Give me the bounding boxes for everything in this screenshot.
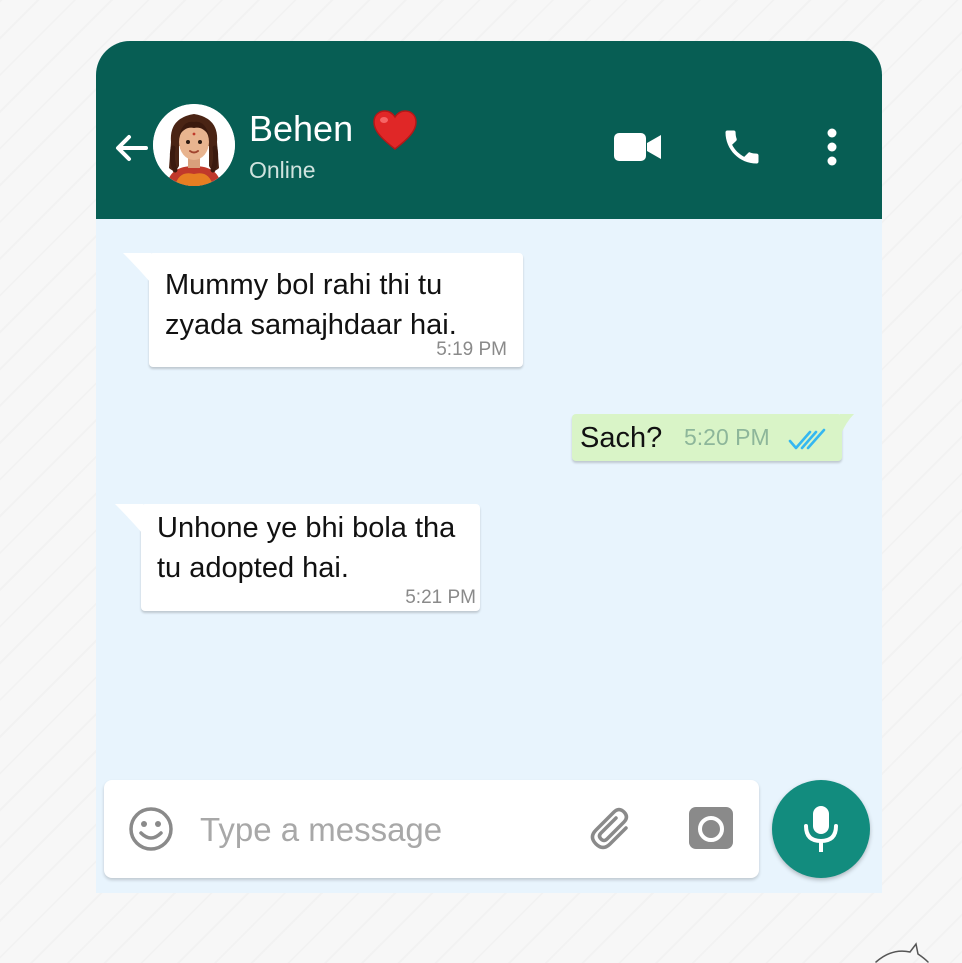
contact-status: Online — [249, 157, 316, 183]
avatar-girl-icon — [153, 104, 235, 186]
mic-icon — [804, 806, 838, 852]
message-time: 5:19 PM — [436, 339, 507, 360]
watermark-logo — [875, 942, 929, 963]
message-text: Mummy bol rahi thi tu zyada samajhdaar h… — [165, 269, 457, 341]
message-text: Unhone ye bhi bola tha tu adopted hai. — [157, 512, 456, 584]
mic-button[interactable] — [772, 780, 870, 878]
message-input[interactable] — [200, 808, 530, 852]
message-time: 5:21 PM — [405, 587, 476, 608]
back-arrow-icon[interactable] — [112, 129, 150, 167]
bubble-tail — [115, 504, 143, 534]
bubble-tail — [840, 414, 854, 436]
emoji-icon[interactable] — [128, 806, 174, 852]
incoming-message[interactable]: Mummy bol rahi thi tu zyada samajhdaar h… — [123, 253, 523, 367]
contact-name[interactable]: Behen — [249, 108, 353, 150]
video-call-icon[interactable] — [614, 131, 662, 163]
chat-window: Behen Online Mummy bol rahi thi tu zyada… — [96, 41, 882, 893]
more-options-icon[interactable] — [822, 127, 842, 167]
chat-header: Behen Online — [96, 41, 882, 219]
heart-emoji — [373, 110, 417, 150]
incoming-message[interactable]: Unhone ye bhi bola tha tu adopted hai. 5… — [115, 504, 480, 611]
message-time: 5:20 PM — [684, 424, 770, 450]
message-text: Sach? — [580, 422, 663, 454]
voice-call-icon[interactable] — [720, 125, 764, 169]
camera-icon[interactable] — [688, 806, 734, 850]
attach-icon[interactable] — [586, 804, 636, 854]
double-check-icon — [788, 428, 826, 450]
outgoing-message[interactable]: Sach? 5:20 PM — [572, 414, 854, 461]
avatar[interactable] — [153, 104, 235, 186]
bubble-tail — [123, 253, 151, 283]
message-composer — [104, 780, 759, 878]
